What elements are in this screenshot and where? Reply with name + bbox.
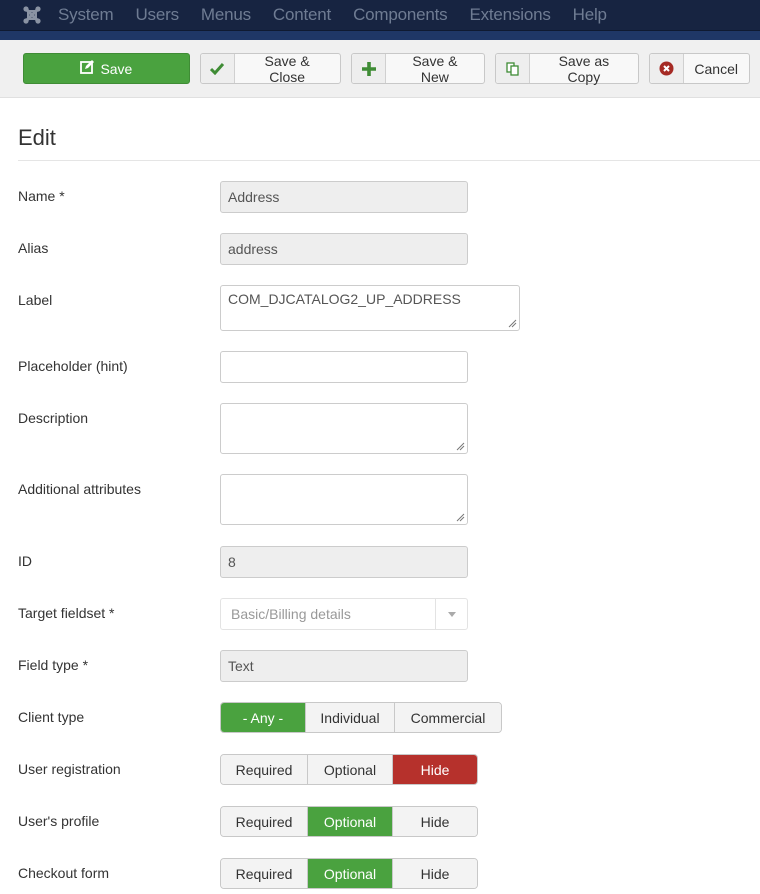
toolbar: Save Save & Close Save & New Save as Cop…	[0, 40, 760, 98]
placeholder-label: Placeholder (hint)	[18, 358, 128, 374]
alias-field[interactable]: address	[220, 233, 468, 265]
name-label: Name *	[18, 188, 65, 204]
fieldset-label: Target fieldset *	[18, 605, 115, 621]
client-type-toggle: - Any - Individual Commercial	[220, 702, 502, 733]
user-registration-hide[interactable]: Hide	[393, 755, 477, 784]
alias-row: Alias address	[18, 233, 760, 265]
save-copy-button[interactable]: Save as Copy	[495, 52, 640, 85]
user-profile-hide[interactable]: Hide	[393, 807, 477, 836]
client-type-individual[interactable]: Individual	[306, 703, 395, 732]
user-registration-optional[interactable]: Optional	[308, 755, 393, 784]
nav-users[interactable]: Users	[135, 5, 179, 25]
save-new-button[interactable]: Save & New	[351, 52, 486, 85]
user-registration-row: User registration Required Optional Hide	[18, 754, 760, 785]
save-button[interactable]: Save	[23, 53, 190, 84]
client-type-commercial[interactable]: Commercial	[395, 703, 501, 732]
user-profile-row: User's profile Required Optional Hide	[18, 806, 760, 837]
attributes-field[interactable]	[220, 474, 468, 525]
id-field[interactable]: 8	[220, 546, 468, 578]
field-type-field[interactable]: Text	[220, 650, 468, 682]
user-registration-toggle: Required Optional Hide	[220, 754, 478, 785]
resize-grip-icon[interactable]	[456, 442, 465, 451]
nav-help[interactable]: Help	[573, 5, 607, 25]
plus-icon	[352, 54, 387, 83]
name-row: Name * Address	[18, 181, 760, 213]
alias-label: Alias	[18, 240, 49, 256]
chevron-down-icon[interactable]	[435, 599, 467, 629]
checkout-form-optional[interactable]: Optional	[308, 859, 393, 888]
subheader-bar	[0, 31, 760, 40]
nav-components[interactable]: Components	[353, 5, 448, 25]
fieldset-row: Target fieldset * Basic/Billing details	[18, 598, 760, 630]
checkout-form-toggle: Required Optional Hide	[220, 858, 478, 889]
edit-icon	[80, 60, 95, 77]
top-navigation: System Users Menus Content Components Ex…	[0, 0, 760, 31]
checkout-form-required[interactable]: Required	[221, 859, 308, 888]
checkout-form-label: Checkout form	[18, 865, 110, 881]
id-label: ID	[18, 553, 32, 569]
name-field[interactable]: Address	[220, 181, 468, 213]
nav-menus[interactable]: Menus	[201, 5, 251, 25]
placeholder-field[interactable]	[220, 351, 468, 383]
user-registration-required[interactable]: Required	[221, 755, 308, 784]
label-value: COM_DJCATALOG2_UP_ADDRESS	[228, 291, 461, 307]
client-type-any[interactable]: - Any -	[221, 703, 306, 732]
checkout-form-hide[interactable]: Hide	[393, 859, 477, 888]
cancel-icon	[650, 54, 685, 83]
cancel-button[interactable]: Cancel	[649, 53, 750, 84]
joomla-logo-icon[interactable]	[22, 5, 42, 25]
save-close-button[interactable]: Save & Close	[199, 52, 342, 85]
user-profile-required[interactable]: Required	[221, 807, 308, 836]
checkout-form-row: Checkout form Required Optional Hide	[18, 858, 760, 889]
id-row: ID 8	[18, 546, 760, 578]
save-new-label: Save & New	[412, 52, 458, 85]
fieldset-select[interactable]: Basic/Billing details	[220, 598, 468, 630]
client-type-row: Client type - Any - Individual Commercia…	[18, 702, 760, 733]
copy-icon	[496, 54, 531, 83]
user-profile-optional[interactable]: Optional	[308, 807, 393, 836]
page-title: Edit	[18, 98, 760, 161]
nav-extensions[interactable]: Extensions	[469, 5, 550, 25]
cancel-label: Cancel	[694, 60, 738, 77]
label-row: Label COM_DJCATALOG2_UP_ADDRESS	[18, 285, 760, 331]
user-registration-label: User registration	[18, 761, 121, 777]
save-label: Save	[100, 60, 133, 77]
placeholder-row: Placeholder (hint)	[18, 351, 760, 383]
attributes-row: Additional attributes	[18, 474, 760, 525]
user-profile-toggle: Required Optional Hide	[220, 806, 478, 837]
resize-grip-icon[interactable]	[456, 513, 465, 522]
field-type-label: Field type *	[18, 657, 89, 673]
check-icon	[200, 54, 235, 83]
nav-system[interactable]: System	[58, 5, 114, 25]
attributes-label: Additional attributes	[18, 481, 141, 497]
nav-content[interactable]: Content	[273, 5, 331, 25]
label-field[interactable]: COM_DJCATALOG2_UP_ADDRESS	[220, 285, 520, 331]
label-label: Label	[18, 292, 53, 308]
save-close-label: Save & Close	[264, 52, 310, 85]
save-copy-label: Save as Copy	[558, 52, 610, 85]
main-content: Edit Name * Address Alias address Label …	[0, 98, 760, 889]
description-field[interactable]	[220, 403, 468, 454]
user-profile-label: User's profile	[18, 813, 100, 829]
field-type-row: Field type * Text	[18, 650, 760, 682]
client-type-label: Client type	[18, 709, 85, 725]
description-row: Description	[18, 403, 760, 454]
description-label: Description	[18, 410, 89, 426]
resize-grip-icon[interactable]	[508, 319, 517, 328]
fieldset-value: Basic/Billing details	[231, 606, 351, 622]
